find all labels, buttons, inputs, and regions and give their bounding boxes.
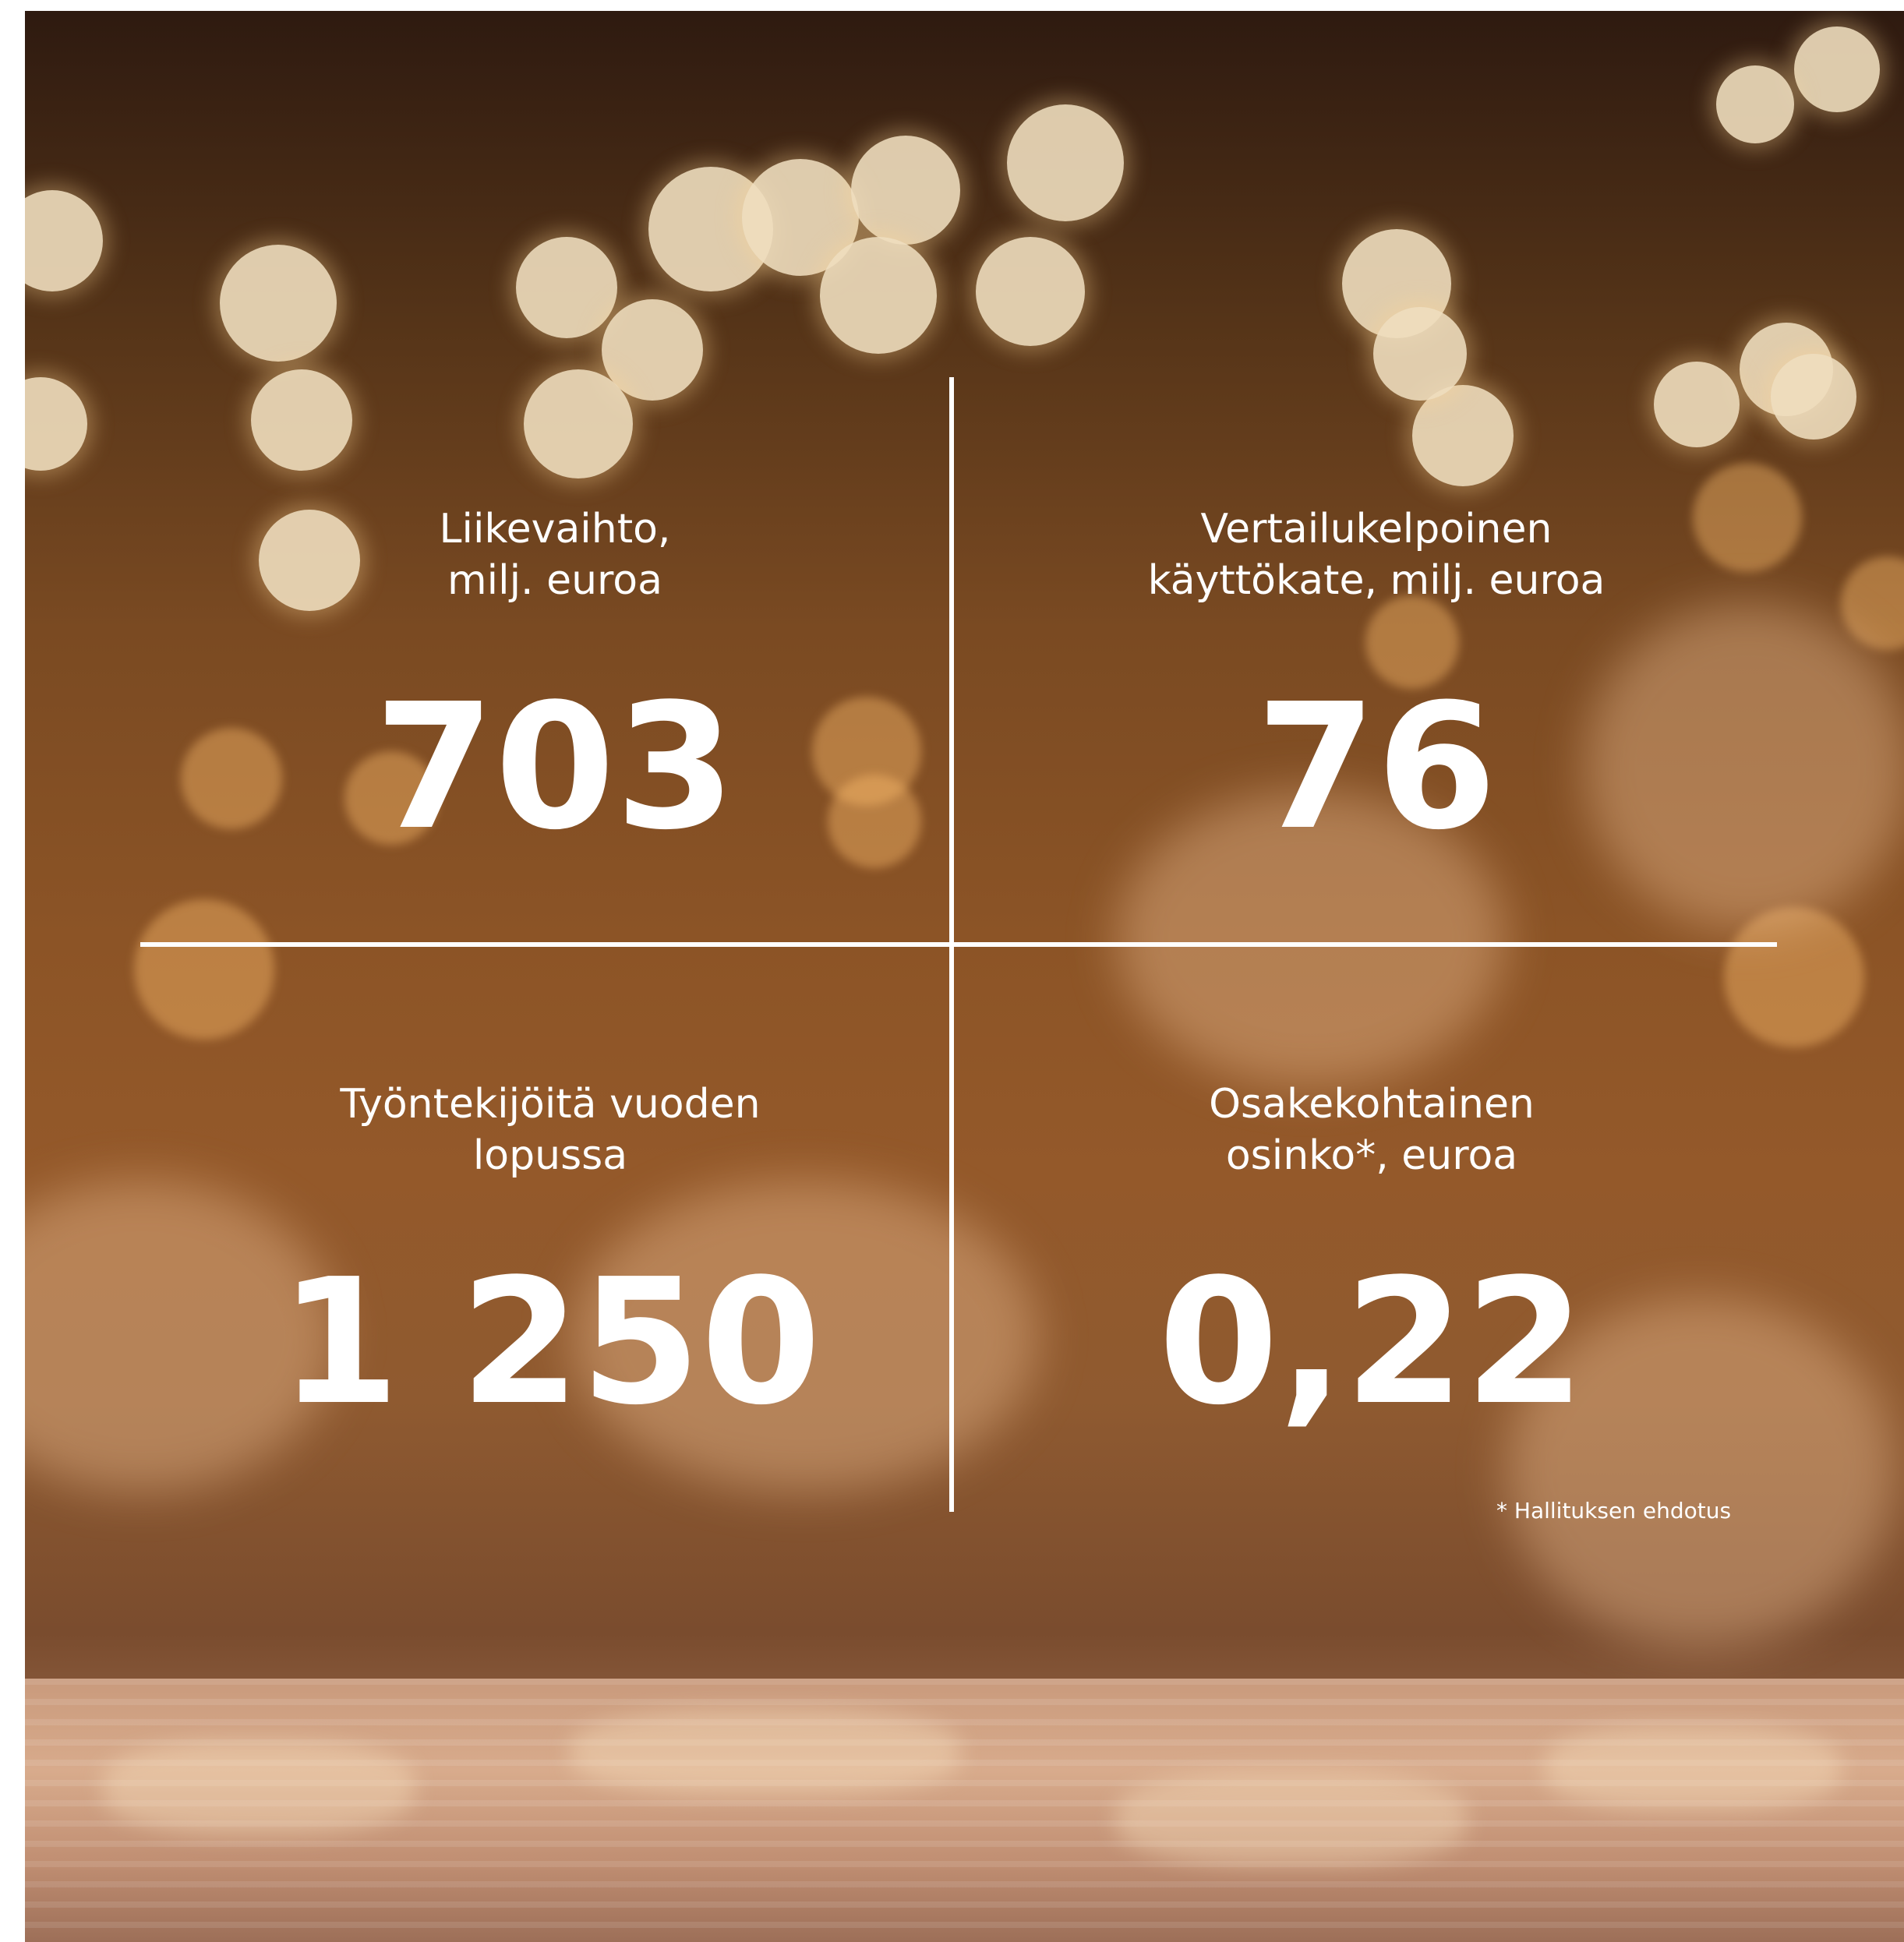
stat-ebitda: Vertailukelpoinen käyttökate, milj. euro… xyxy=(987,503,1766,870)
stat-label: Työntekijöitä vuoden lopussa xyxy=(340,1081,761,1179)
infographic-panel xyxy=(25,11,1904,1942)
stat-label: Vertailukelpoinen käyttökate, milj. euro… xyxy=(1147,506,1606,604)
stat-label: Liikevaihto, milj. euroa xyxy=(439,506,671,604)
stat-label: Osakekohtainen osinko*, euroa xyxy=(1209,1081,1535,1179)
stat-dividend: Osakekohtainen osinko*, euroa 0,22 xyxy=(982,1079,1761,1445)
stat-value: 76 xyxy=(1256,667,1497,868)
stat-revenue: Liikevaihto, milj. euroa 703 xyxy=(165,503,945,870)
stat-employees: Työntekijöitä vuoden lopussa 1 250 xyxy=(161,1079,940,1445)
wooden-table-surface xyxy=(25,1679,1904,1942)
stat-value: 1 250 xyxy=(279,1242,821,1443)
stat-value: 0,22 xyxy=(1158,1242,1585,1443)
stat-value: 703 xyxy=(374,667,736,868)
footnote: * Hallituksen ehdotus xyxy=(1496,1498,1732,1524)
horizontal-divider xyxy=(140,942,1777,947)
